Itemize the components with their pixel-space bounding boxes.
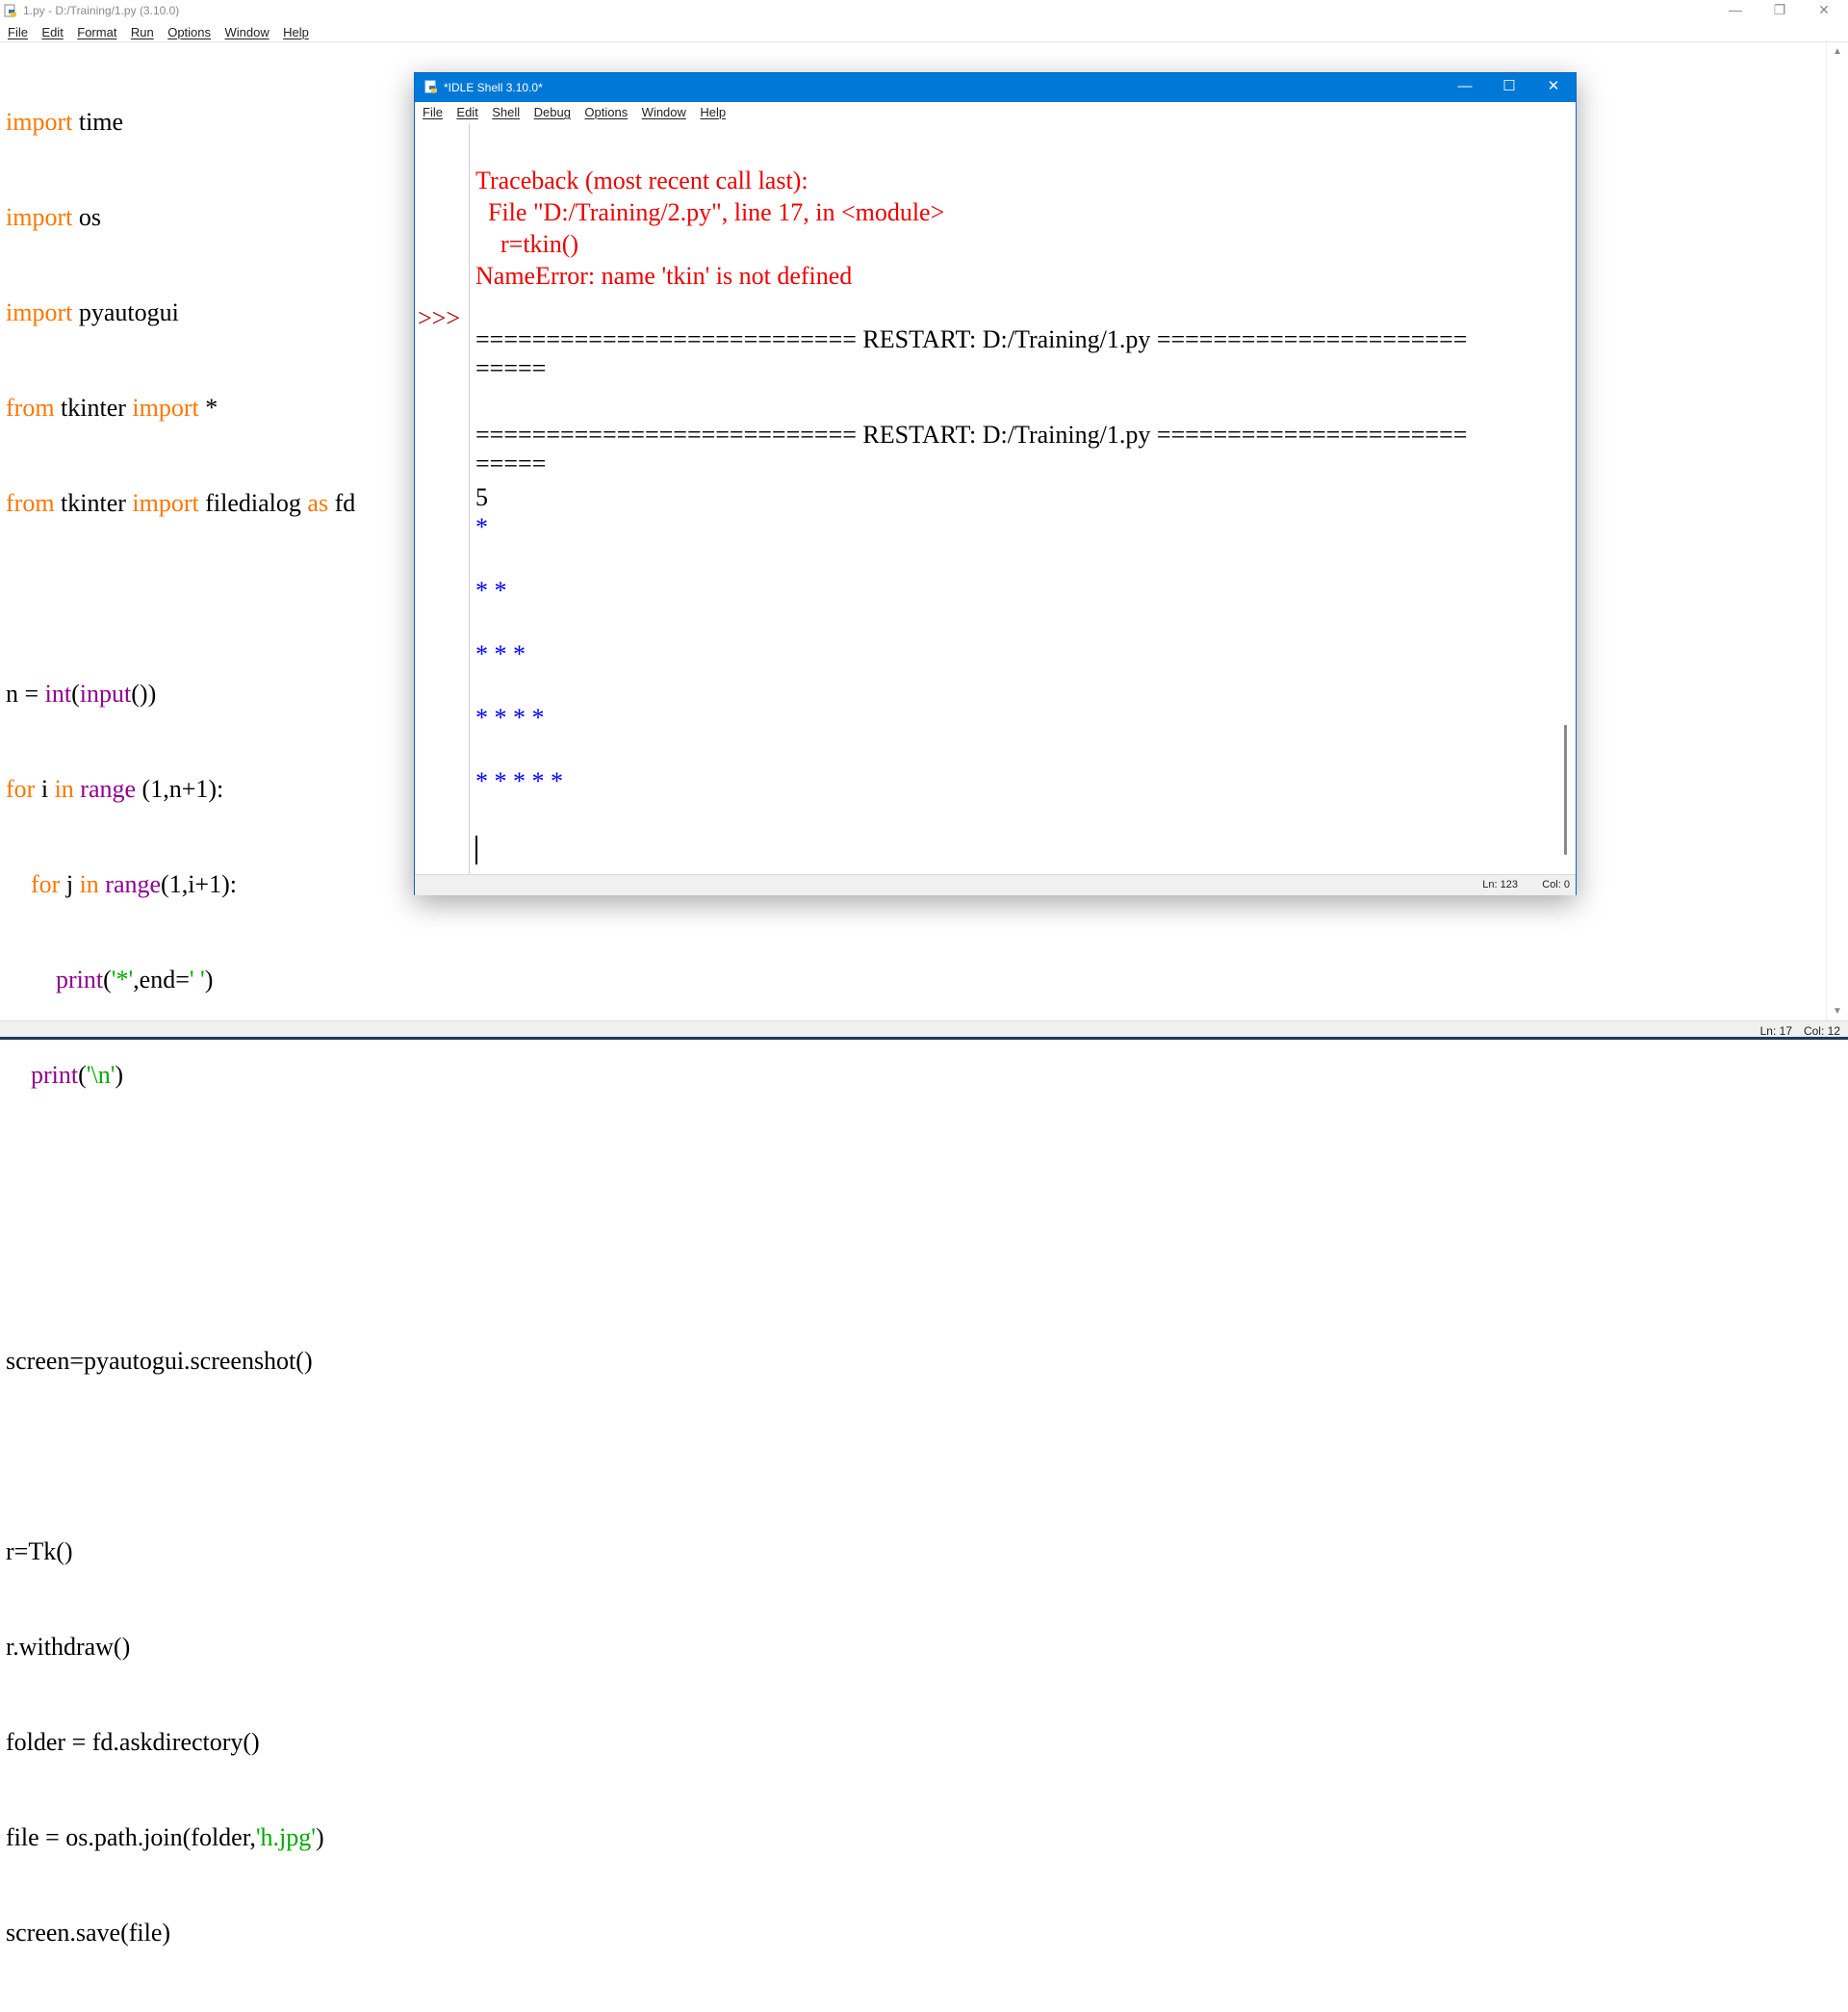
shell-menu-shell[interactable]: Shell	[487, 103, 525, 121]
code-line: for i in range (1,n+1):	[6, 775, 224, 803]
line-number: Ln: 17	[1759, 1024, 1792, 1038]
code-line: import os	[6, 203, 101, 231]
shell-minimize-button[interactable]: —	[1443, 73, 1487, 102]
code-line: n = int(input())	[6, 680, 157, 708]
shell-output[interactable]: * * * * * Traceback (most recent call la…	[470, 123, 1553, 874]
code-line: r.withdraw()	[6, 1633, 131, 1661]
restore-button[interactable]: ❐	[1758, 0, 1802, 22]
shell-statusbar: Ln: 123 Col: 0	[415, 874, 1576, 895]
shell-menubar: File Edit Shell Debug Options Window Hel…	[415, 102, 1576, 122]
code-line: file = os.path.join(folder,'h.jpg')	[6, 1823, 324, 1851]
shell-scrollbar[interactable]	[1556, 123, 1576, 874]
code-line: from tkinter import filedialog as fd	[6, 489, 356, 517]
shell-prompt-gutter: >>>	[415, 123, 470, 874]
shell-menu-debug[interactable]: Debug	[529, 103, 576, 121]
shell-menu-options[interactable]: Options	[579, 103, 632, 121]
code-line: print('\n')	[31, 1061, 124, 1089]
menu-run[interactable]: Run	[126, 23, 159, 41]
output-line: * *	[475, 577, 507, 605]
scrollbar-thumb[interactable]	[1564, 725, 1567, 855]
shell-maximize-button[interactable]: ☐	[1487, 73, 1531, 102]
close-button[interactable]: ✕	[1802, 0, 1846, 22]
traceback-line: File "D:/Training/2.py", line 17, in <mo…	[475, 198, 945, 226]
editor-titlebar: 1.py - D:/Training/1.py (3.10.0) — ❐ ✕	[0, 0, 1848, 22]
restart-line: =========================== RESTART: D:/…	[475, 325, 1468, 353]
scroll-up-icon[interactable]: ▲	[1833, 46, 1842, 57]
shell-line-number: Ln: 123	[1482, 879, 1518, 890]
shell-menu-help[interactable]: Help	[695, 103, 731, 121]
shell-titlebar[interactable]: *IDLE Shell 3.10.0* — ☐ ✕	[415, 73, 1576, 102]
output-line: * * * * *	[475, 123, 563, 135]
editor-menubar: File Edit Format Run Options Window Help	[0, 22, 1848, 42]
output-line: * * * *	[475, 704, 545, 732]
code-line: print('*',end=' ')	[56, 966, 214, 993]
output-line: * * * * *	[475, 767, 563, 795]
restart-line: =====	[475, 354, 547, 382]
restart-line: =========================== RESTART: D:/…	[475, 421, 1468, 449]
code-line: for j in range(1,i+1):	[31, 870, 237, 898]
shell-window-title: *IDLE Shell 3.10.0*	[444, 81, 543, 94]
shell-close-button[interactable]: ✕	[1531, 73, 1576, 102]
text-cursor	[475, 836, 477, 864]
menu-file[interactable]: File	[3, 23, 33, 41]
shell-menu-edit[interactable]: Edit	[451, 103, 482, 121]
output-line: * * *	[475, 640, 526, 668]
output-line: *	[475, 513, 488, 541]
shell-prompt: >>>	[418, 304, 460, 332]
menu-edit[interactable]: Edit	[37, 23, 67, 41]
code-line: screen=pyautogui.screenshot()	[6, 1347, 313, 1375]
scroll-down-icon[interactable]: ▼	[1833, 1006, 1842, 1017]
code-line: import pyautogui	[6, 298, 179, 326]
idle-shell-window: *IDLE Shell 3.10.0* — ☐ ✕ File Edit Shel…	[414, 72, 1577, 895]
input-echo: 5	[475, 483, 488, 511]
traceback-line: NameError: name 'tkin' is not defined	[475, 262, 853, 290]
menu-window[interactable]: Window	[219, 23, 273, 41]
restart-line: =====	[475, 450, 547, 477]
traceback-line: Traceback (most recent call last):	[475, 167, 808, 194]
python-file-icon	[4, 4, 16, 17]
traceback-line: r=tkin()	[475, 230, 579, 258]
code-line: import time	[6, 108, 124, 136]
idle-shell-icon	[424, 80, 437, 93]
minimize-button[interactable]: —	[1713, 0, 1758, 22]
menu-help[interactable]: Help	[278, 23, 314, 41]
code-line: screen.save(file)	[6, 1919, 171, 1947]
column-number: Col: 12	[1803, 1024, 1840, 1038]
code-line: folder = fd.askdirectory()	[6, 1728, 260, 1756]
code-line: from tkinter import *	[6, 394, 218, 422]
shell-column-number: Col: 0	[1542, 879, 1570, 890]
shell-menu-file[interactable]: File	[418, 103, 448, 121]
code-line: r=Tk()	[6, 1537, 73, 1565]
menu-format[interactable]: Format	[72, 23, 121, 41]
shell-menu-window[interactable]: Window	[637, 103, 691, 121]
editor-window-title: 1.py - D:/Training/1.py (3.10.0)	[23, 4, 180, 17]
editor-scrollbar[interactable]: ▲ ▼	[1826, 42, 1848, 1020]
menu-options[interactable]: Options	[163, 23, 216, 41]
